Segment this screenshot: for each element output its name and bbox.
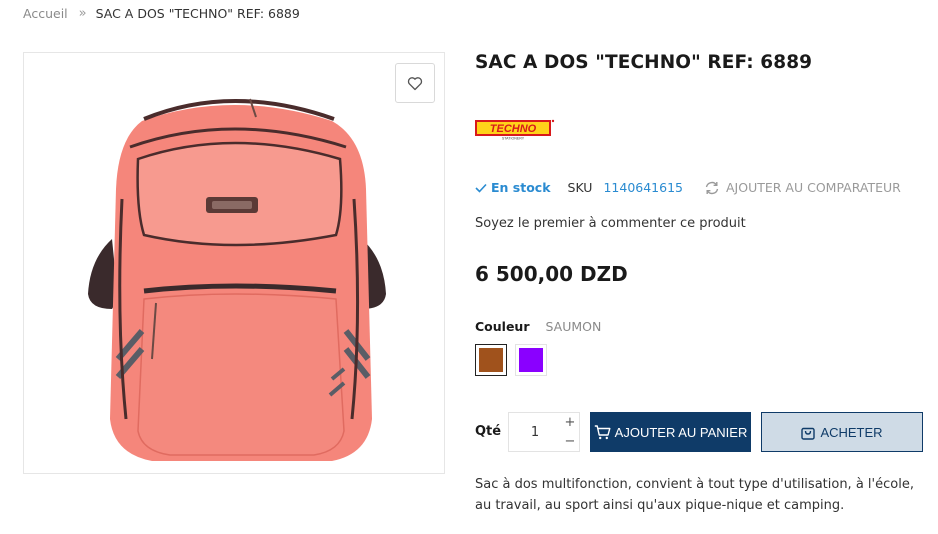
color-swatch-brown[interactable] xyxy=(475,344,507,376)
quantity-label: Qté xyxy=(475,424,502,439)
stock-status-label: En stock xyxy=(491,180,551,195)
review-prompt-link[interactable]: Soyez le premier à commenter ce produit xyxy=(475,216,746,231)
sku-value: 1140641615 xyxy=(603,180,683,195)
quantity-stepper-buttons: + − xyxy=(561,413,579,451)
color-selector-label-row: Couleur SAUMON xyxy=(475,319,601,334)
quantity-stepper: + − xyxy=(508,412,580,452)
breadcrumb-home-link[interactable]: Accueil xyxy=(23,6,68,21)
product-title: SAC A DOS "TECHNO" REF: 6889 xyxy=(475,52,813,73)
color-label: Couleur xyxy=(475,319,530,334)
product-image-panel[interactable] xyxy=(23,52,445,474)
quantity-increment-button[interactable]: + xyxy=(561,413,579,432)
wishlist-button[interactable] xyxy=(395,63,435,103)
heart-icon xyxy=(407,76,423,90)
brand-logo[interactable]: TECHNO STATIONERY xyxy=(475,118,555,140)
svg-text:STATIONERY: STATIONERY xyxy=(502,137,525,141)
buy-now-button[interactable]: ACHETER xyxy=(761,412,923,452)
product-image-backpack xyxy=(88,98,386,461)
quantity-input[interactable] xyxy=(509,413,561,451)
buy-now-label: ACHETER xyxy=(820,424,883,440)
breadcrumb-current: SAC A DOS "TECHNO" REF: 6889 xyxy=(95,6,300,21)
refresh-icon xyxy=(705,181,719,194)
shopping-bag-icon xyxy=(801,427,816,440)
color-swatches xyxy=(475,344,555,376)
stock-status: En stock xyxy=(475,180,551,195)
breadcrumb: Accueil » SAC A DOS "TECHNO" REF: 6889 xyxy=(23,6,300,21)
product-description: Sac à dos multifonction, convient à tout… xyxy=(475,477,914,513)
check-icon xyxy=(475,183,487,193)
add-to-cart-label: AJOUTER AU PANIER xyxy=(614,424,748,440)
add-to-compare-link[interactable]: AJOUTER AU COMPARATEUR xyxy=(704,180,901,195)
cart-icon xyxy=(594,424,611,439)
color-value: SAUMON xyxy=(545,319,602,334)
compare-label: AJOUTER AU COMPARATEUR xyxy=(726,180,901,195)
product-price: 6 500,00 DZD xyxy=(475,262,628,286)
add-to-cart-button[interactable]: AJOUTER AU PANIER xyxy=(590,412,751,452)
product-meta-row: En stock SKU 1140641615 AJOUTER AU COMPA… xyxy=(475,180,901,195)
quantity-decrement-button[interactable]: − xyxy=(561,432,579,451)
breadcrumb-separator: » xyxy=(78,6,87,21)
svg-text:TECHNO: TECHNO xyxy=(490,123,537,135)
sku-label: SKU xyxy=(567,180,593,195)
color-swatch-purple[interactable] xyxy=(515,344,547,376)
